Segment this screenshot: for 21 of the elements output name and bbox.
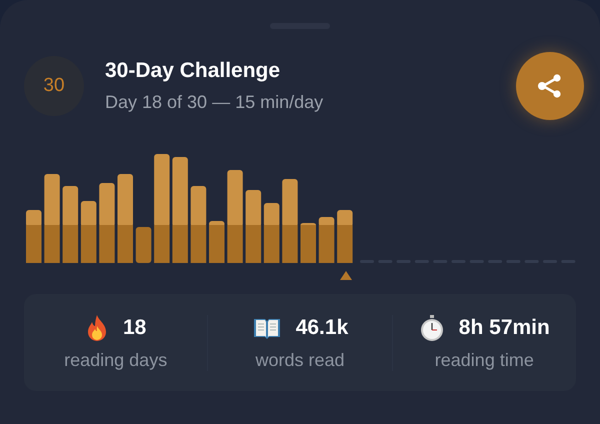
day-bar [264,203,280,263]
stat-value: 46.1k [296,314,348,340]
stat-label: words read [255,348,345,372]
stat-label: reading days [64,348,168,372]
stopwatch-icon [418,314,445,342]
share-button[interactable] [516,52,584,120]
day-count-badge: 30 [24,56,84,116]
day-bar [80,201,96,263]
day-bar [300,223,316,263]
stat-value: 8h 57min [458,314,550,340]
day-bar [209,221,224,263]
day-bar [318,217,334,263]
today-marker [340,271,352,280]
day-bar [337,210,353,263]
share-icon [537,74,563,98]
challenge-title: 30-Day Challenge [105,58,282,84]
challenge-subtitle: Day 18 of 30 — 15 min/day [105,91,324,114]
day-bar [26,210,42,263]
day-bar [136,227,152,263]
stat-label: reading time [434,348,534,372]
stat-value: 18 [122,314,146,340]
